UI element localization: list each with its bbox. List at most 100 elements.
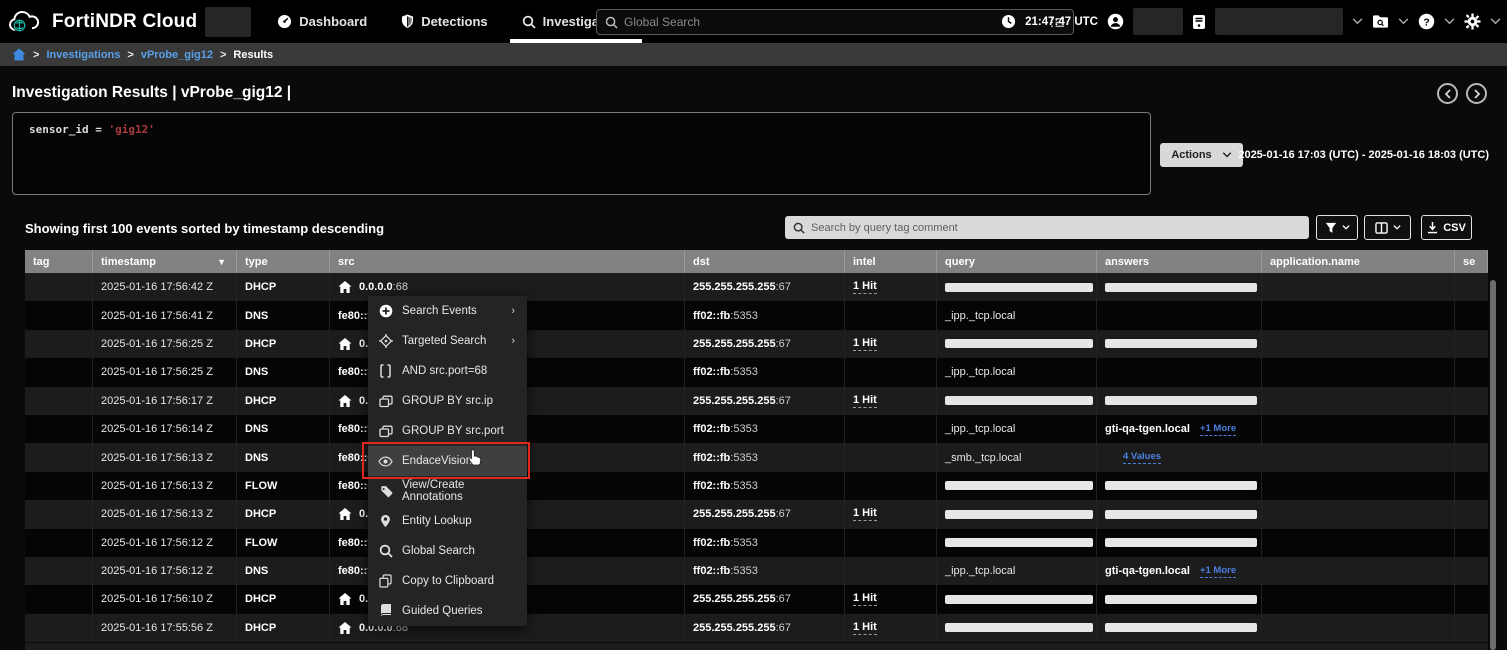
csv-export-button[interactable]: CSV [1421, 215, 1472, 240]
column-header-dst[interactable]: dst [685, 250, 845, 273]
table-row[interactable]: 2025-01-16 17:56:42 ZDHCP0.0.0.0:68255.2… [25, 273, 1488, 301]
column-header-type[interactable]: type [237, 250, 330, 273]
cell-intel[interactable] [845, 529, 937, 557]
menu-item-search-events[interactable]: Search Events› [368, 296, 527, 326]
cell-dst[interactable]: ff02::fb:5353 [685, 557, 845, 585]
breadcrumb-investigations[interactable]: Investigations [46, 49, 120, 61]
tag-search-box[interactable] [785, 216, 1309, 239]
answers-expand-link[interactable]: +1 More [1200, 565, 1236, 578]
table-row[interactable]: 2025-01-16 17:56:12 ZDNSfe80::feff02::fb… [25, 557, 1488, 585]
clock-icon [1001, 14, 1016, 29]
chevron-down-icon[interactable] [1444, 18, 1455, 25]
table-row[interactable]: 2025-01-16 17:56:25 ZDHCP0.0.0.0:68255.2… [25, 330, 1488, 358]
cell-intel[interactable] [845, 472, 937, 500]
actions-button[interactable]: Actions [1160, 143, 1243, 167]
cell-dst[interactable]: 255.255.255.255:67 [685, 330, 845, 358]
home-icon[interactable] [12, 48, 26, 61]
column-header-tag[interactable]: tag [25, 250, 93, 273]
column-header-intel[interactable]: intel [845, 250, 937, 273]
column-header-src[interactable]: src [330, 250, 685, 273]
menu-item-entity-lookup[interactable]: Entity Lookup [368, 506, 527, 536]
menu-item-copy-to-clipboard[interactable]: Copy to Clipboard [368, 566, 527, 596]
redacted-value [1105, 538, 1257, 547]
cell-intel[interactable]: 1 Hit [845, 330, 937, 358]
breadcrumb-vprobe[interactable]: vProbe_gig12 [141, 49, 213, 61]
cell-dst[interactable]: 255.255.255.255:67 [685, 585, 845, 613]
intel-hit-link[interactable]: 1 Hit [853, 337, 877, 351]
intel-hit-link[interactable]: 1 Hit [853, 280, 877, 294]
cell-intel[interactable]: 1 Hit [845, 500, 937, 528]
menu-item-group-by-src-port[interactable]: GROUP BY src.port [368, 416, 527, 446]
answers-expand-link[interactable]: 4 Values [1123, 451, 1161, 464]
intel-hit-link[interactable]: 1 Hit [853, 592, 877, 606]
cell-dst[interactable]: 255.255.255.255:67 [685, 273, 845, 301]
cell-dst[interactable]: ff02::fb:5353 [685, 443, 845, 471]
table-row[interactable]: 2025-01-16 17:55:56 ZDHCP0.0.0.0:68255.2… [25, 614, 1488, 642]
cell-intel[interactable] [845, 301, 937, 329]
table-row[interactable]: 2025-01-16 17:56:25 ZDNSfe80::feff02::fb… [25, 358, 1488, 386]
cell-intel[interactable]: 1 Hit [845, 614, 937, 642]
cell-dst[interactable]: ff02::fb:5353 [685, 529, 845, 557]
cell-dst[interactable]: ff02::fb:5353 [685, 301, 845, 329]
intel-hit-link[interactable]: 1 Hit [853, 507, 877, 521]
gear-icon[interactable] [1464, 13, 1481, 30]
next-results-button[interactable] [1466, 83, 1487, 104]
chevron-down-icon[interactable] [1352, 18, 1363, 25]
table-row[interactable]: 2025-01-16 17:56:12 ZFLOWfe80::feff02::f… [25, 529, 1488, 557]
chevron-down-icon[interactable] [1490, 18, 1501, 25]
column-header-answers[interactable]: answers [1097, 250, 1262, 273]
cell-intel[interactable] [845, 557, 937, 585]
cell-dst[interactable]: 255.255.255.255:67 [685, 614, 845, 642]
menu-item-global-search[interactable]: Global Search [368, 536, 527, 566]
global-search-input[interactable] [624, 15, 1044, 29]
column-header-application.name[interactable]: application.name [1262, 250, 1455, 273]
query-value: _ipp._tcp.local [945, 310, 1015, 322]
intel-hit-link[interactable]: 1 Hit [853, 621, 877, 635]
cell-dst[interactable]: ff02::fb:5353 [685, 472, 845, 500]
prev-results-button[interactable] [1437, 83, 1458, 104]
cell-dst[interactable]: ff02::fb:5353 [685, 415, 845, 443]
cell-intel[interactable]: 1 Hit [845, 273, 937, 301]
user-icon[interactable] [1107, 13, 1124, 30]
table-row[interactable]: 2025-01-16 17:56:13 ZDNSfe80::6ff02::fb:… [25, 443, 1488, 471]
column-header-query[interactable]: query [937, 250, 1097, 273]
dst-ip: 255.255.255.255 [693, 593, 776, 605]
table-row[interactable]: 2025-01-16 17:56:41 ZDNSfe80::feff02::fb… [25, 301, 1488, 329]
menu-item-and-src-port-68[interactable]: AND src.port=68 [368, 356, 527, 386]
menu-item-targeted-search[interactable]: Targeted Search› [368, 326, 527, 356]
table-scrollbar[interactable] [1490, 280, 1496, 650]
column-header-timestamp[interactable]: timestamp▼ [93, 250, 237, 273]
answers-expand-link[interactable]: +1 More [1200, 423, 1236, 436]
intel-hit-link[interactable]: 1 Hit [853, 394, 877, 408]
tag-search-input[interactable] [811, 222, 1301, 234]
cell-intel[interactable] [845, 415, 937, 443]
help-icon[interactable]: ? [1418, 13, 1435, 30]
table-row[interactable]: 2025-01-16 17:56:13 ZFLOWfe80::60ff02::f… [25, 472, 1488, 500]
table-row[interactable]: 2025-01-16 17:56:10 ZDHCP0.0.0.0:68255.2… [25, 585, 1488, 613]
menu-item-guided-queries[interactable]: Guided Queries [368, 596, 527, 626]
account-icon[interactable] [1192, 14, 1206, 30]
cell-intel[interactable] [845, 358, 937, 386]
cell-dst[interactable]: 255.255.255.255:67 [685, 387, 845, 415]
nav-detections[interactable]: Detections [401, 0, 487, 43]
query-editor[interactable]: sensor_id = 'gig12' [12, 112, 1151, 195]
columns-button[interactable] [1364, 215, 1411, 240]
column-header-se[interactable]: se [1455, 250, 1488, 273]
cell-dst[interactable]: 255.255.255.255:67 [685, 500, 845, 528]
menu-item-endacevision[interactable]: EndaceVision [368, 446, 527, 476]
table-row[interactable]: 2025-01-16 17:56:14 ZDNSfe80::feff02::fb… [25, 415, 1488, 443]
home-icon [338, 593, 352, 605]
table-row[interactable]: 2025-01-16 17:56:17 ZDHCP0.0.0.0:68255.2… [25, 387, 1488, 415]
filter-button[interactable] [1316, 215, 1358, 240]
menu-item-group-by-src-ip[interactable]: GROUP BY src.ip [368, 386, 527, 416]
cell-intel[interactable]: 1 Hit [845, 387, 937, 415]
portal-search-icon[interactable] [1372, 14, 1389, 29]
cell-intel[interactable] [845, 443, 937, 471]
cell-dst[interactable]: ff02::fb:5353 [685, 358, 845, 386]
date-range[interactable]: 2025-01-16 17:03 (UTC) - 2025-01-16 18:0… [1238, 149, 1489, 161]
table-row[interactable]: 2025-01-16 17:56:13 ZDHCP0.0.0.0:68255.2… [25, 500, 1488, 528]
cell-intel[interactable]: 1 Hit [845, 585, 937, 613]
menu-item-view-create-annotations[interactable]: View/Create Annotations [368, 476, 527, 506]
nav-dashboard[interactable]: Dashboard [277, 0, 367, 43]
chevron-down-icon[interactable] [1398, 18, 1409, 25]
